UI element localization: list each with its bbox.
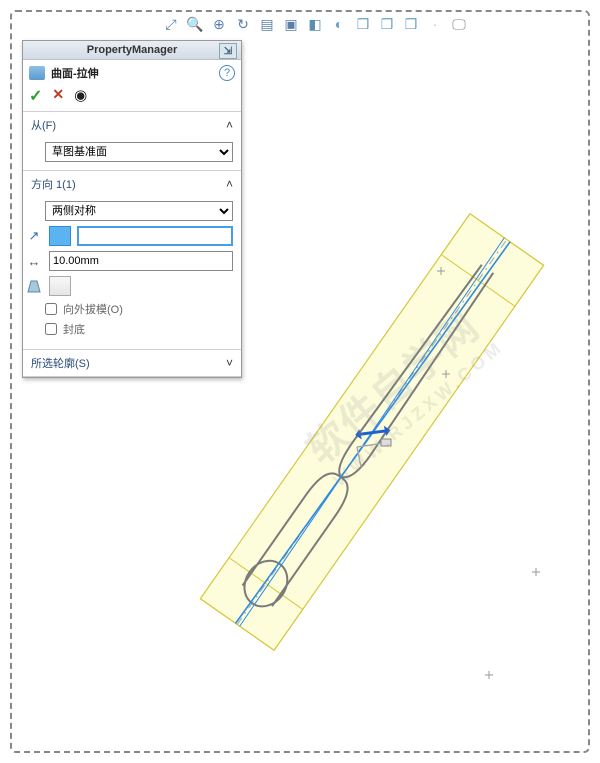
- draft-icon[interactable]: [25, 277, 43, 295]
- panel-title: PropertyManager: [87, 44, 177, 56]
- section-view-icon[interactable]: ▤: [258, 15, 276, 33]
- chevron-up-icon: ˄: [226, 177, 233, 191]
- section-from-head[interactable]: 从(F) ˄: [23, 112, 241, 138]
- property-manager-panel: PropertyManager ⇲ 曲面-拉伸 ? ✓ ✕ ◉ 从(F) ˄ 草…: [22, 40, 242, 378]
- app-frame: 软件自学网 WWW.RJZXW.COM ⤢ 🔍 ⊕ ↻ ▤ ▣ ◧ ◐ ❒ ❒ …: [10, 10, 590, 753]
- from-select[interactable]: 草图基准面: [45, 142, 233, 162]
- section-from: 从(F) ˄ 草图基准面: [23, 112, 241, 171]
- preview-icon[interactable]: ◉: [74, 86, 87, 106]
- rotate-view-icon[interactable]: ↻: [234, 15, 252, 33]
- feature-name: 曲面-拉伸: [51, 65, 99, 81]
- section-contours: 所选轮廓(S) ˅: [23, 350, 241, 377]
- panel-titlebar: PropertyManager ⇲: [23, 41, 241, 60]
- action-row: ✓ ✕ ◉: [23, 83, 241, 112]
- chevron-up-icon: ˄: [226, 118, 233, 132]
- section-direction1: 方向 1(1) ˄ 两侧对称 ↗ ↔: [23, 171, 241, 350]
- cap-end-checkbox[interactable]: [45, 323, 57, 335]
- magnify-icon[interactable]: ⊕: [210, 15, 228, 33]
- view-settings-icon[interactable]: 🖵: [450, 15, 468, 33]
- zoom-fit-icon[interactable]: ⤢: [162, 15, 180, 33]
- ok-button[interactable]: ✓: [29, 86, 42, 106]
- separator-icon: ·: [426, 15, 444, 33]
- section-contours-head[interactable]: 所选轮廓(S) ˅: [23, 350, 241, 376]
- direction-ref-box[interactable]: [49, 226, 71, 246]
- hide-show-icon[interactable]: ❒: [354, 15, 372, 33]
- pin-icon[interactable]: ⇲: [219, 43, 237, 59]
- view-orientation-icon[interactable]: ▣: [282, 15, 300, 33]
- draft-outward-checkbox[interactable]: [45, 303, 57, 315]
- heads-up-toolbar: ⤢ 🔍 ⊕ ↻ ▤ ▣ ◧ ◐ ❒ ❒ ❒ · 🖵: [162, 15, 468, 33]
- extrude-surface-icon: [29, 66, 45, 80]
- scene-icon[interactable]: ◐: [330, 15, 348, 33]
- feature-header: 曲面-拉伸 ?: [23, 60, 241, 83]
- section-dir1-head[interactable]: 方向 1(1) ˄: [23, 171, 241, 197]
- apply-scene-icon[interactable]: ❒: [402, 15, 420, 33]
- chevron-down-icon: ˅: [226, 356, 233, 370]
- distance-field[interactable]: [49, 251, 233, 271]
- draft-outward-check[interactable]: 向外拔模(O): [45, 301, 233, 317]
- display-style-icon[interactable]: ◧: [306, 15, 324, 33]
- help-icon[interactable]: ?: [219, 65, 235, 81]
- cancel-button[interactable]: ✕: [52, 86, 64, 106]
- distance-icon: ↔: [25, 252, 43, 270]
- appearance-icon[interactable]: ❒: [378, 15, 396, 33]
- direction-ref-field[interactable]: [77, 226, 233, 246]
- cap-end-check[interactable]: 封底: [45, 321, 233, 337]
- zoom-area-icon[interactable]: 🔍: [186, 15, 204, 33]
- end-condition-select[interactable]: 两侧对称: [45, 201, 233, 221]
- direction-arrow-icon[interactable]: ↗: [25, 227, 43, 245]
- draft-angle-box[interactable]: [49, 276, 71, 296]
